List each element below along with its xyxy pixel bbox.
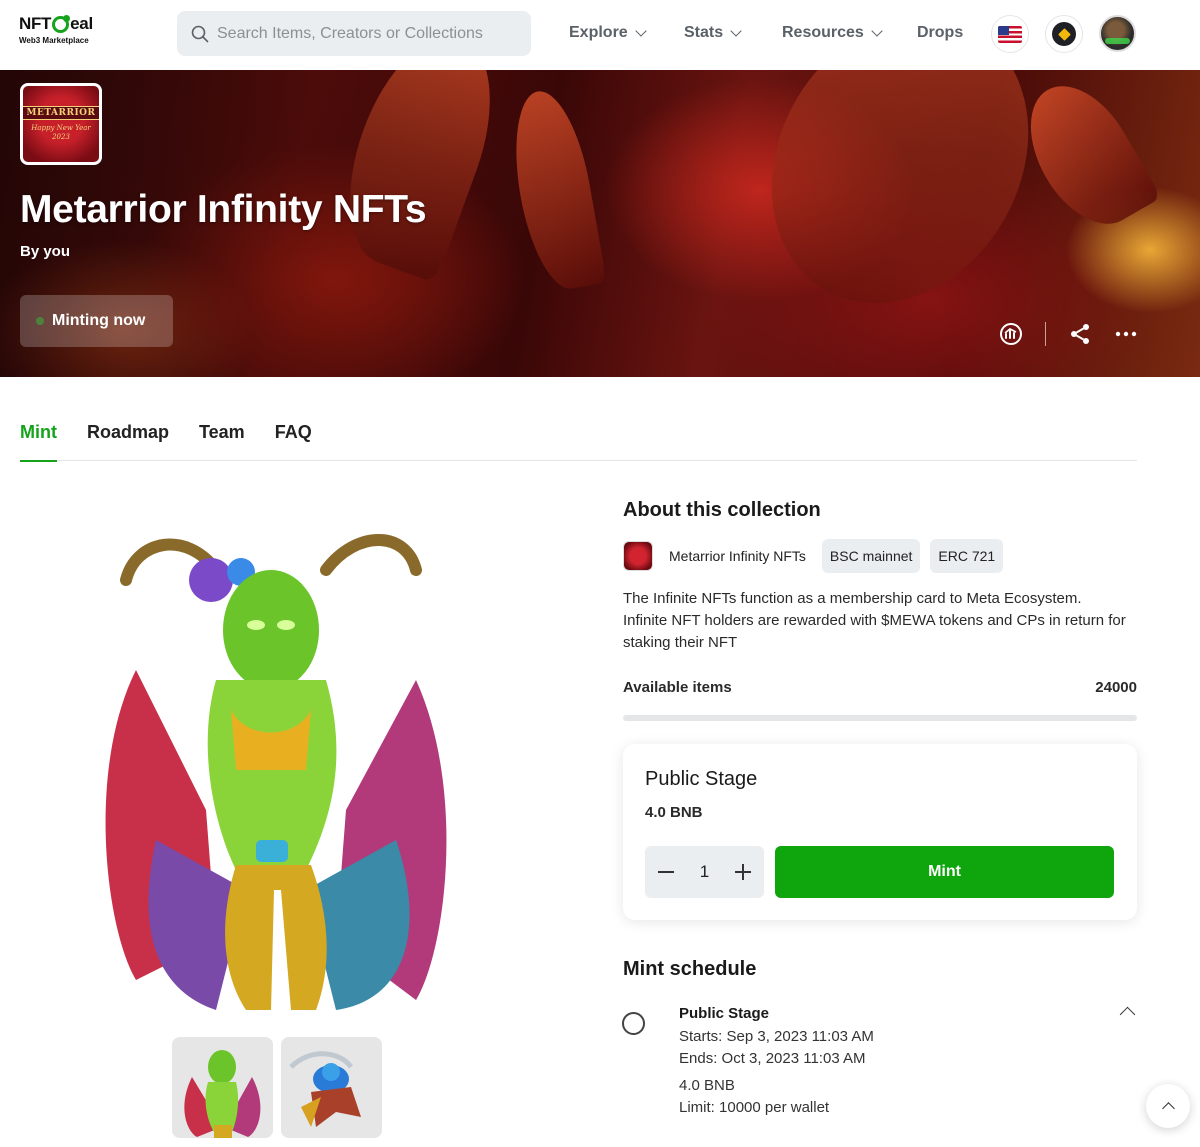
nav-drops[interactable]: Drops [917, 24, 963, 42]
nav-explore-label: Explore [569, 24, 628, 41]
network-chip: BSC mainnet [821, 539, 921, 573]
collection-title: Metarrior Infinity NFTs [20, 188, 427, 231]
schedule-item: Public Stage Starts: Sep 3, 2023 11:03 A… [679, 1003, 874, 1120]
nav-resources-label: Resources [782, 24, 864, 41]
collection-creator: By you [20, 243, 71, 260]
chevron-up-icon [1161, 1102, 1175, 1115]
nav-drops-label: Drops [917, 24, 964, 41]
tab-mint[interactable]: Mint [20, 422, 57, 462]
minus-icon[interactable] [657, 863, 675, 881]
nft-artwork [105, 534, 447, 1010]
tab-roadmap[interactable]: Roadmap [87, 422, 169, 461]
nav-stats-label: Stats [684, 24, 724, 41]
scroll-to-top-button[interactable] [1146, 1084, 1190, 1128]
banner-art-horn [1008, 70, 1162, 243]
schedule-stage-name: Public Stage [679, 1005, 770, 1022]
avatar[interactable] [1099, 15, 1136, 52]
site-logo[interactable]: NFT eal Web3 Marketplace [19, 14, 109, 54]
thumb-sub-text: Happy New Year 2023 [31, 124, 91, 141]
top-header: NFTeal Web3 Marketplace Explore Stats Re… [0, 0, 1200, 70]
more-icon[interactable] [1114, 322, 1138, 346]
chevron-down-icon [635, 24, 647, 37]
stage-price: 4.0 BNB [645, 804, 703, 821]
chevron-down-icon [730, 24, 742, 37]
language-button[interactable] [991, 15, 1029, 53]
schedule-limit: Limit: 10000 per wallet [679, 1099, 830, 1116]
stage-radio[interactable] [622, 1012, 645, 1035]
artwork-thumbnail-1[interactable] [172, 1037, 273, 1138]
nav-explore[interactable]: Explore [569, 24, 647, 42]
schedule-start: Starts: Sep 3, 2023 11:03 AM [679, 1027, 874, 1045]
collection-name[interactable]: Metarrior Infinity NFTs [669, 548, 806, 564]
logo-tagline: Web3 Marketplace [19, 36, 89, 45]
stage-title: Public Stage [645, 768, 758, 790]
chevron-up-icon[interactable] [1119, 1006, 1136, 1023]
chevron-down-icon [871, 24, 883, 37]
collection-banner: METARRIOR Happy New Year 2023 Metarrior … [0, 70, 1200, 377]
available-items-value: 24000 [1095, 679, 1137, 696]
artwork-thumbnail-2[interactable] [281, 1037, 382, 1138]
plus-icon[interactable] [734, 863, 752, 881]
schedule-end: Ends: Oct 3, 2023 11:03 AM [679, 1050, 866, 1067]
collection-tabs: Mint Roadmap Team FAQ [20, 422, 1137, 462]
logo-wordmark: NFT eal [19, 14, 93, 33]
collection-avatar: METARRIOR Happy New Year 2023 [20, 83, 102, 165]
mint-progress-bar [623, 715, 1137, 721]
collection-meta-row: Metarrior Infinity NFTs BSC mainnet ERC … [623, 539, 1004, 573]
status-dot-icon [36, 317, 44, 325]
standard-chip: ERC 721 [930, 539, 1004, 573]
quantity-stepper: 1 [645, 846, 764, 898]
search-bar[interactable] [177, 11, 531, 56]
search-input[interactable] [217, 24, 517, 43]
thumb-badge-text: METARRIOR [23, 106, 99, 120]
collection-mini-logo [623, 541, 653, 571]
mint-schedule-title: Mint schedule [623, 958, 757, 980]
schedule-price: 4.0 BNB [679, 1076, 735, 1094]
collection-description: The Infinite NFTs function as a membersh… [623, 590, 1126, 651]
public-stage-card: Public Stage 4.0 BNB 1 Mint [623, 744, 1137, 920]
share-icon[interactable] [1068, 322, 1092, 346]
banner-actions [999, 322, 1138, 346]
us-flag-icon [998, 25, 1022, 43]
tab-team[interactable]: Team [199, 422, 245, 461]
network-button[interactable] [1045, 15, 1083, 53]
tab-faq[interactable]: FAQ [275, 422, 312, 461]
nav-stats[interactable]: Stats [684, 24, 742, 42]
available-items-label: Available items [623, 679, 732, 696]
minting-status-label: Minting now [52, 312, 146, 329]
stats-icon[interactable] [999, 322, 1023, 346]
mint-button[interactable]: Mint [775, 846, 1114, 898]
nav-resources[interactable]: Resources [782, 24, 883, 42]
banner-art-body [721, 70, 1079, 350]
quantity-value[interactable]: 1 [700, 862, 709, 882]
minting-status-button[interactable]: Minting now [20, 295, 173, 347]
about-title: About this collection [623, 499, 821, 521]
artwork-thumbnails [172, 1037, 382, 1138]
search-icon [191, 25, 209, 42]
bnb-chain-icon [1052, 22, 1076, 46]
